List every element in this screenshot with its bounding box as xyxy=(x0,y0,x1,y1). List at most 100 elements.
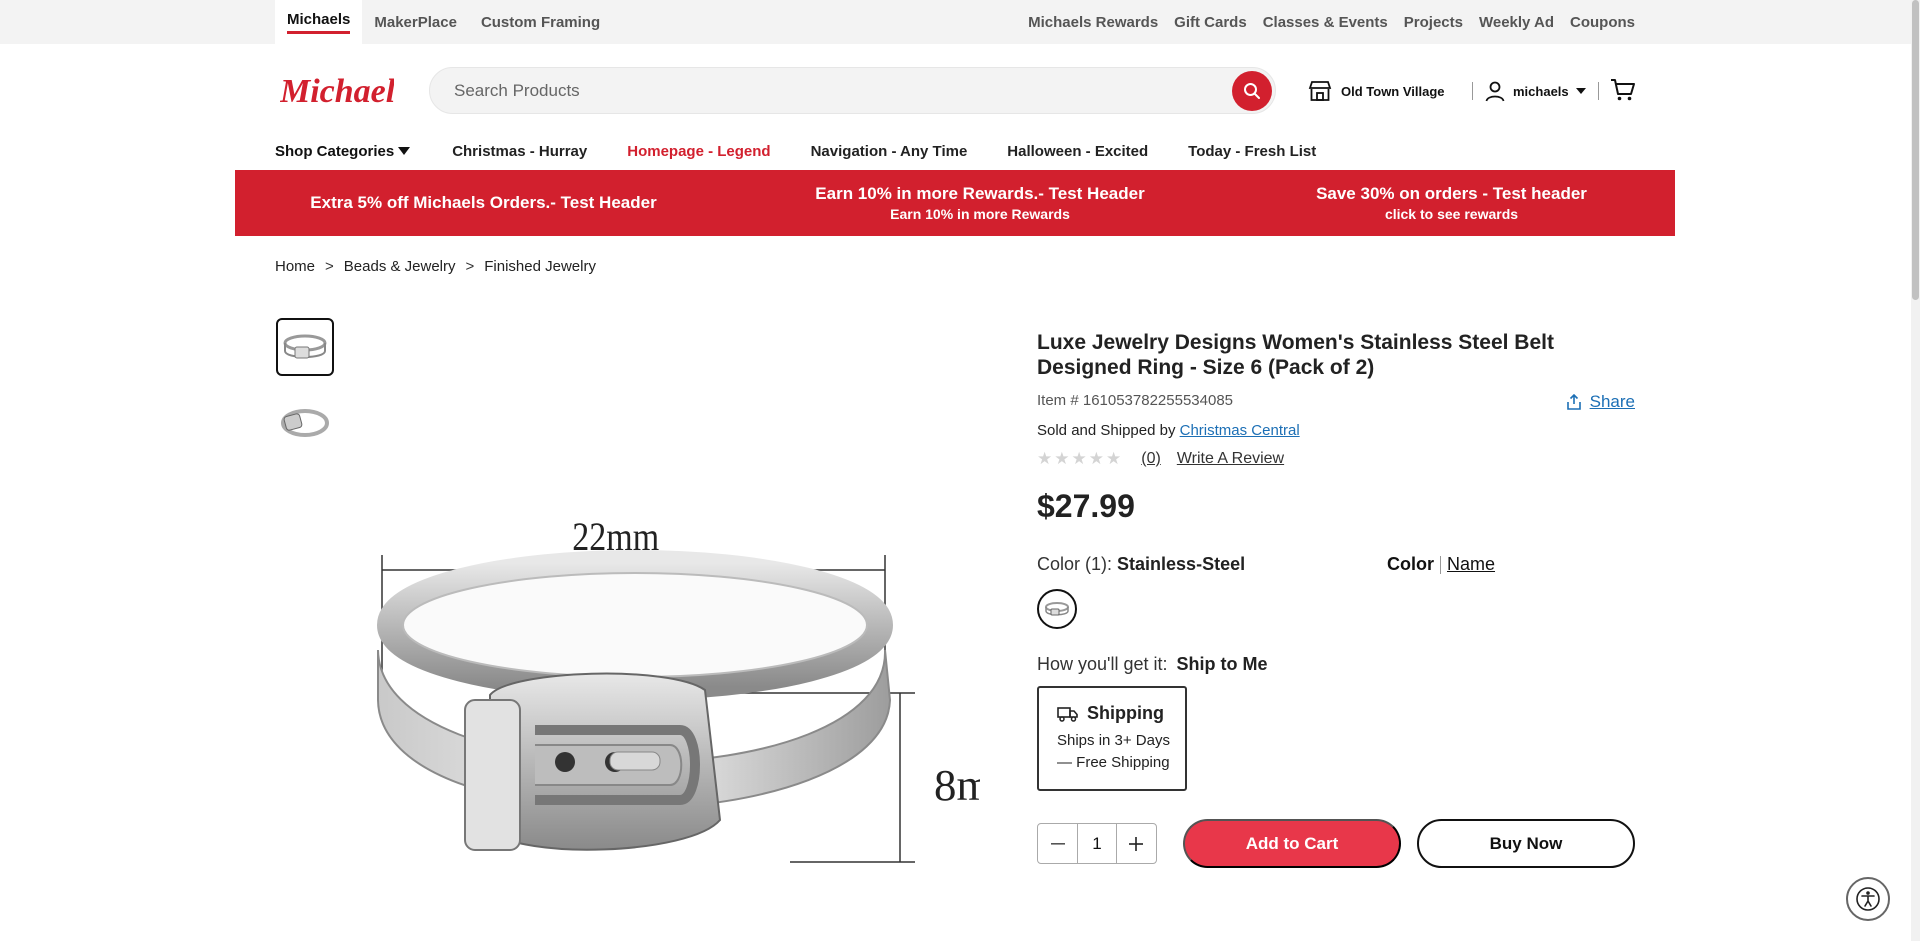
shipping-cost: — Free Shipping xyxy=(1057,754,1170,771)
promo-title: Earn 10% in more Rewards.- Test Header xyxy=(815,184,1145,203)
promo-item[interactable]: Earn 10% in more Rewards.- Test Header E… xyxy=(732,170,1228,236)
scrollbar-thumb[interactable] xyxy=(1912,0,1919,300)
promo-title: Extra 5% off Michaels Orders.- Test Head… xyxy=(310,193,657,212)
page-scrollbar[interactable] xyxy=(1911,0,1920,941)
nav-item-navigation[interactable]: Navigation - Any Time xyxy=(811,143,968,160)
product-info: Luxe Jewelry Designs Women's Stainless S… xyxy=(1037,330,1635,380)
breadcrumb-beads-jewelry[interactable]: Beads & Jewelry xyxy=(344,258,456,275)
link-projects[interactable]: Projects xyxy=(1404,14,1463,31)
main-nav: Shop Categories Christmas - Hurray Homep… xyxy=(275,140,1356,162)
increase-quantity-button[interactable] xyxy=(1117,824,1156,863)
site-tab-label: Michaels xyxy=(287,11,351,34)
quantity-input[interactable]: 1 xyxy=(1077,824,1117,863)
seller-link[interactable]: Christmas Central xyxy=(1180,422,1300,439)
product-title: Luxe Jewelry Designs Women's Stainless S… xyxy=(1037,331,1554,379)
promo-item[interactable]: Extra 5% off Michaels Orders.- Test Head… xyxy=(235,170,732,236)
add-to-cart-button[interactable]: Add to Cart xyxy=(1183,819,1401,868)
nav-item-halloween[interactable]: Halloween - Excited xyxy=(1007,143,1148,160)
account-menu[interactable]: michaels xyxy=(1484,78,1586,104)
ring-swatch-image xyxy=(1045,602,1069,616)
rating-row: ★ ★ ★ ★ ★ (0) Write A Review xyxy=(1037,449,1284,469)
ring-thumbnail-image xyxy=(281,409,329,437)
dimension-height-label: 8mm xyxy=(934,760,980,810)
sold-by-label: Sold and Shipped by xyxy=(1037,422,1176,439)
site-tab-michaels[interactable]: Michaels xyxy=(275,0,363,44)
link-gift-cards[interactable]: Gift Cards xyxy=(1174,14,1247,31)
accessibility-button[interactable] xyxy=(1846,877,1890,921)
color-label: Color (1): xyxy=(1037,554,1113,574)
cart-button[interactable] xyxy=(1610,78,1638,104)
utility-links: Michaels Rewards Gift Cards Classes & Ev… xyxy=(1028,0,1635,44)
michaels-logo[interactable]: Michaels xyxy=(279,72,408,112)
search-input[interactable] xyxy=(454,68,1214,113)
nav-item-homepage[interactable]: Homepage - Legend xyxy=(627,143,770,160)
gallery-thumbnail[interactable] xyxy=(276,390,334,448)
breadcrumb-separator: > xyxy=(465,258,475,275)
account-name: michaels xyxy=(1513,83,1569,99)
shop-categories-menu[interactable]: Shop Categories xyxy=(275,142,411,160)
link-michaels-rewards[interactable]: Michaels Rewards xyxy=(1028,14,1158,31)
plus-icon xyxy=(1129,836,1144,851)
star-rating: ★ ★ ★ ★ ★ xyxy=(1037,449,1121,469)
promo-banner: Extra 5% off Michaels Orders.- Test Head… xyxy=(235,170,1675,236)
site-tab-custom-framing[interactable]: Custom Framing xyxy=(469,0,612,44)
color-swatch-stainless-steel[interactable] xyxy=(1037,589,1077,629)
nav-item-christmas[interactable]: Christmas - Hurray xyxy=(452,143,587,160)
svg-text:Michaels: Michaels xyxy=(280,73,394,110)
site-switcher: Michaels MakerPlace Custom Framing xyxy=(275,0,612,44)
star-icon: ★ xyxy=(1088,449,1104,468)
divider xyxy=(1598,82,1599,100)
promo-item[interactable]: Save 30% on orders - Test header click t… xyxy=(1228,170,1675,236)
how-label: How you'll get it: xyxy=(1037,654,1168,674)
fulfillment-label: How you'll get it: Ship to Me xyxy=(1037,654,1268,675)
top-utility-bar: Michaels MakerPlace Custom Framing Micha… xyxy=(0,0,1911,44)
star-icon: ★ xyxy=(1106,449,1122,468)
breadcrumb-finished-jewelry[interactable]: Finished Jewelry xyxy=(484,258,596,275)
sort-by-color[interactable]: Color xyxy=(1387,554,1434,575)
item-row: Item # 161053782255534085 Share xyxy=(1037,392,1635,414)
site-tab-makerplace[interactable]: MakerPlace xyxy=(362,0,469,44)
shipping-option[interactable]: Shipping Ships in 3+ Days — Free Shippin… xyxy=(1037,686,1187,791)
truck-icon xyxy=(1057,706,1078,722)
nav-item-today[interactable]: Today - Fresh List xyxy=(1188,143,1316,160)
buy-now-button[interactable]: Buy Now xyxy=(1417,819,1635,868)
star-icon: ★ xyxy=(1071,449,1087,468)
breadcrumb-home[interactable]: Home xyxy=(275,258,315,275)
product-main-image[interactable]: 22mm 8mm xyxy=(370,500,1026,890)
color-value: Stainless-Steel xyxy=(1117,554,1246,574)
link-classes-events[interactable]: Classes & Events xyxy=(1263,14,1388,31)
shipping-eta: Ships in 3+ Days xyxy=(1057,732,1170,749)
ring-thumbnail-image xyxy=(283,334,327,359)
site-tab-label: MakerPlace xyxy=(374,13,457,31)
link-coupons[interactable]: Coupons xyxy=(1570,14,1635,31)
minus-icon xyxy=(1050,842,1065,845)
link-weekly-ad[interactable]: Weekly Ad xyxy=(1479,14,1554,31)
store-icon xyxy=(1308,81,1332,101)
item-number: Item # 161053782255534085 xyxy=(1037,392,1234,409)
divider xyxy=(1440,555,1441,574)
review-count[interactable]: (0) xyxy=(1141,450,1161,468)
promo-title: Save 30% on orders - Test header xyxy=(1316,184,1587,203)
sort-by-name[interactable]: Name xyxy=(1447,554,1495,575)
breadcrumb-separator: > xyxy=(325,258,334,275)
write-review-link[interactable]: Write A Review xyxy=(1177,450,1284,468)
gallery-thumbnail[interactable] xyxy=(276,318,334,376)
store-selector[interactable]: Old Town Village xyxy=(1308,78,1445,104)
promo-subtitle: Earn 10% in more Rewards xyxy=(890,206,1070,222)
divider xyxy=(1472,82,1473,100)
how-value: Ship to Me xyxy=(1176,654,1268,674)
share-button[interactable]: Share xyxy=(1566,392,1635,412)
sold-by: Sold and Shipped by Christmas Central xyxy=(1037,422,1300,439)
shop-categories-label: Shop Categories xyxy=(275,142,395,160)
accessibility-icon xyxy=(1856,887,1880,911)
search-icon xyxy=(1244,83,1260,99)
search-button[interactable] xyxy=(1232,71,1272,111)
decrease-quantity-button[interactable] xyxy=(1038,824,1077,863)
breadcrumb: Home > Beads & Jewelry > Finished Jewelr… xyxy=(275,258,596,275)
star-icon: ★ xyxy=(1054,449,1070,468)
user-icon xyxy=(1485,81,1505,102)
caret-down-icon xyxy=(1575,88,1586,94)
share-label: Share xyxy=(1589,392,1635,411)
product-price: $27.99 xyxy=(1037,488,1135,524)
swatch-sort-toggle: Color Name xyxy=(1387,554,1495,575)
